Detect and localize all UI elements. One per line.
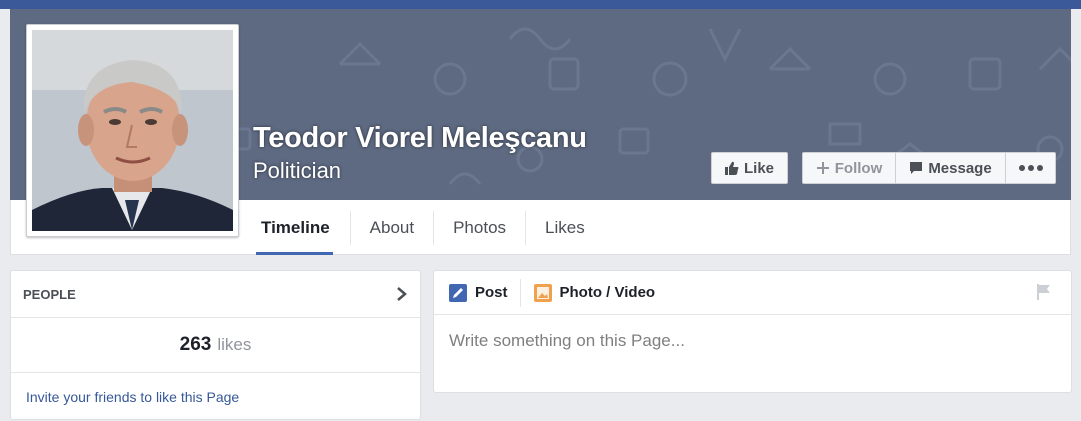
- people-card-header[interactable]: PEOPLE: [11, 271, 420, 318]
- profile-photo-image: [32, 30, 233, 231]
- composer-tab-photo-video[interactable]: Photo / Video: [519, 278, 656, 307]
- likes-count-number: 263: [179, 334, 212, 355]
- likes-count: 263 likes: [11, 318, 420, 373]
- page-tabs: Timeline About Photos Likes: [256, 200, 604, 255]
- follow-button[interactable]: Follow: [802, 152, 896, 184]
- message-button-label: Message: [928, 159, 992, 177]
- like-button[interactable]: Like: [711, 152, 788, 184]
- composer-input[interactable]: Write something on this Page...: [434, 315, 1071, 367]
- page-actions: Follow Message: [802, 152, 1056, 184]
- profile-picture[interactable]: [26, 24, 239, 237]
- follow-button-label: Follow: [834, 159, 883, 177]
- tab-likes[interactable]: Likes: [525, 200, 604, 255]
- message-icon: [910, 162, 923, 174]
- photo-icon: [533, 283, 552, 302]
- pencil-icon: [449, 283, 467, 302]
- page-category[interactable]: Politician: [253, 158, 341, 184]
- thumbs-up-icon: [724, 161, 739, 175]
- composer-tab-post[interactable]: Post: [449, 283, 508, 302]
- more-options-button[interactable]: [1006, 152, 1056, 184]
- tab-photos[interactable]: Photos: [433, 200, 525, 255]
- post-composer: Post Photo / Video Write something on th…: [433, 270, 1072, 393]
- tab-about[interactable]: About: [349, 200, 433, 255]
- people-card: PEOPLE 263 likes Invite your friends to …: [10, 270, 421, 420]
- composer-tab-photo-video-label: Photo / Video: [559, 284, 656, 301]
- chevron-right-icon[interactable]: [396, 286, 408, 302]
- likes-count-label: likes: [217, 335, 252, 354]
- composer-tab-post-label: Post: [475, 284, 508, 301]
- like-button-label: Like: [743, 159, 774, 177]
- composer-tabs: Post Photo / Video: [434, 271, 1071, 315]
- flag-icon[interactable]: [1035, 283, 1053, 301]
- more-dots-icon: [1018, 165, 1043, 171]
- invite-friends-link[interactable]: Invite your friends to like this Page: [11, 373, 420, 421]
- tab-timeline[interactable]: Timeline: [256, 200, 350, 255]
- people-card-title: PEOPLE: [23, 286, 76, 302]
- page-title: Teodor Viorel Meleşcanu: [253, 122, 587, 154]
- plus-icon: [816, 162, 829, 174]
- message-button[interactable]: Message: [896, 152, 1006, 184]
- top-nav-bar: [0, 0, 1081, 9]
